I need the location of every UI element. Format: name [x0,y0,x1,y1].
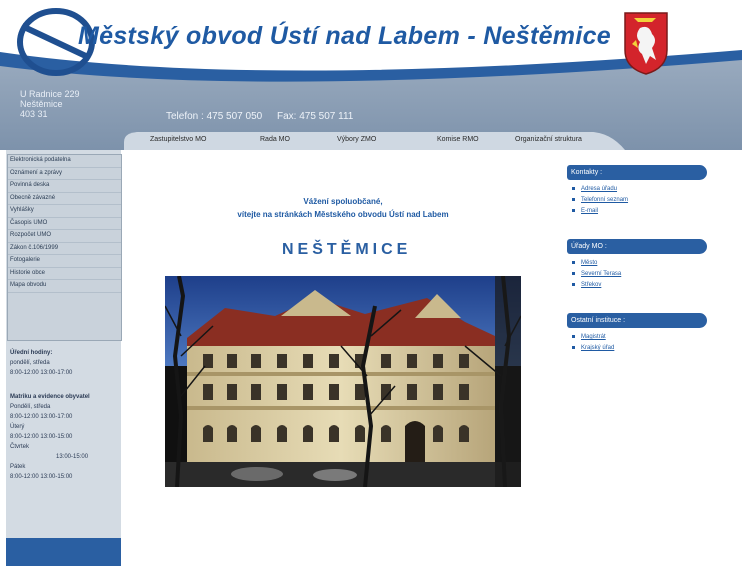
sidebar-item-map[interactable]: Mapa obvodu [8,280,121,293]
welcome-text: Vážení spoluobčané, vítejte na stránkách… [188,195,498,221]
link-label[interactable]: Adresa úřadu [581,186,617,192]
town-heading: NEŠTĚMICE [282,241,412,258]
hours-title: Úřední hodiny: [10,350,53,356]
nav-item-committees[interactable]: Výbory ZMO [337,136,376,143]
link-office-address[interactable]: Adresa úřadu [572,184,628,195]
office-hours: Úřední hodiny: pondělí, středa 8:00-12:0… [10,348,118,482]
nav-item-council[interactable]: Zastupitelstvo MO [150,136,206,143]
link-strekov[interactable]: Střekov [572,280,621,291]
nav-item-structure[interactable]: Organizační struktura [515,136,582,143]
hours-line: pondělí, středa [10,360,50,366]
evidence-line: 13:00-15:00 [56,454,89,460]
sidebar-item-law[interactable]: Zákon č.106/1999 [8,243,121,255]
bullet-icon [572,345,575,349]
site-title: Městský obvod Ústí nad Labem - Neštěmice [78,22,611,50]
link-phone-list[interactable]: Telefonní seznam [572,195,628,206]
town-hall-photo [165,276,521,487]
offices-header: Úřady MO : [567,239,707,254]
top-navigation: Zastupitelstvo MO Rada MO Výbory ZMO Kom… [124,132,742,150]
hours-line: 8:00-12:00 13:00-17:00 [10,370,73,376]
bullet-icon [572,260,575,264]
link-label[interactable]: Město [581,260,597,266]
phone-number: Telefon : 475 507 050 [166,111,263,122]
evidence-line: 8:00-12:00 13:00-15:00 [10,434,73,440]
sidebar-footer [6,538,121,566]
bullet-icon [572,271,575,275]
contact-line: Telefon : 475 507 050 Fax: 475 507 111 [166,111,365,122]
evidence-title: Matriku a evidence obyvatel [10,394,90,400]
link-label[interactable]: E-mail [581,208,598,214]
welcome-line-2: vítejte na stránkách Městského obvodu Ús… [237,210,449,219]
bullet-icon [572,186,575,190]
sidebar-item-budget[interactable]: Rozpočet UMO [8,230,121,243]
welcome-line-1: Vážení spoluobčané, [303,197,383,206]
bullet-icon [572,334,575,338]
page-header: Městský obvod Ústí nad Labem - Neštěmice… [0,0,742,150]
address-block: U Radnice 229 Neštěmice 403 31 [20,89,80,119]
evidence-line: Pondělí, středa [10,404,51,410]
link-label[interactable]: Magistrát [581,334,606,340]
address-line: Neštěmice [20,99,63,109]
left-sidebar: Elektronická podatelna Oznámení a zprávy… [6,150,122,566]
link-magistrat[interactable]: Magistrát [572,332,614,343]
evidence-line: Čtvrtek [10,444,30,450]
evidence-line: Úterý [10,424,25,430]
link-email[interactable]: E-mail [572,206,628,217]
bullet-icon [572,197,575,201]
nav-item-board[interactable]: Rada MO [260,136,290,143]
evidence-line: 8:00-12:00 13:00-17:00 [10,414,73,420]
sidebar-item-gallery[interactable]: Fotogalerie [8,255,121,268]
institutions-header: Ostatní instituce : [567,313,707,328]
address-line: U Radnice 229 [20,89,80,99]
sidebar-item-announcements[interactable]: Oznámení a zprávy [8,168,121,180]
bullet-icon [572,282,575,286]
link-mesto[interactable]: Město [572,258,621,269]
link-label[interactable]: Severní Terasa [581,271,621,277]
nav-item-commissions[interactable]: Komise RMO [437,136,479,143]
link-regional-office[interactable]: Krajský úřad [572,343,614,354]
coat-of-arms-icon [624,12,668,75]
link-label[interactable]: Střekov [581,282,601,288]
evidence-line: Pátek [10,464,26,470]
sidebar-menu: Elektronická podatelna Oznámení a zprávy… [7,154,122,341]
evidence-line: 8:00-12:00 13:00-15:00 [10,474,73,480]
address-line: 403 31 [20,109,48,119]
link-severni-terasa[interactable]: Severní Terasa [572,269,621,280]
fax-number: Fax: 475 507 111 [276,111,354,122]
sidebar-item-notice-board[interactable]: Povinná deska [8,180,121,193]
sidebar-item-e-filing[interactable]: Elektronická podatelna [8,155,121,168]
sidebar-item-magazine[interactable]: Časopis UMO [8,218,121,230]
bullet-icon [572,208,575,212]
sidebar-item-decrees[interactable]: Vyhlášky [8,205,121,218]
contacts-header: Kontakty : [567,165,707,180]
contacts-links: Adresa úřadu Telefonní seznam E-mail [572,184,628,217]
sidebar-item-history[interactable]: Historie obce [8,268,121,280]
sidebar-item-regulations[interactable]: Obecně závazné [8,193,121,205]
offices-links: Město Severní Terasa Střekov [572,258,621,291]
institutions-links: Magistrát Krajský úřad [572,332,614,354]
link-label[interactable]: Telefonní seznam [581,197,628,203]
link-label[interactable]: Krajský úřad [581,345,614,351]
